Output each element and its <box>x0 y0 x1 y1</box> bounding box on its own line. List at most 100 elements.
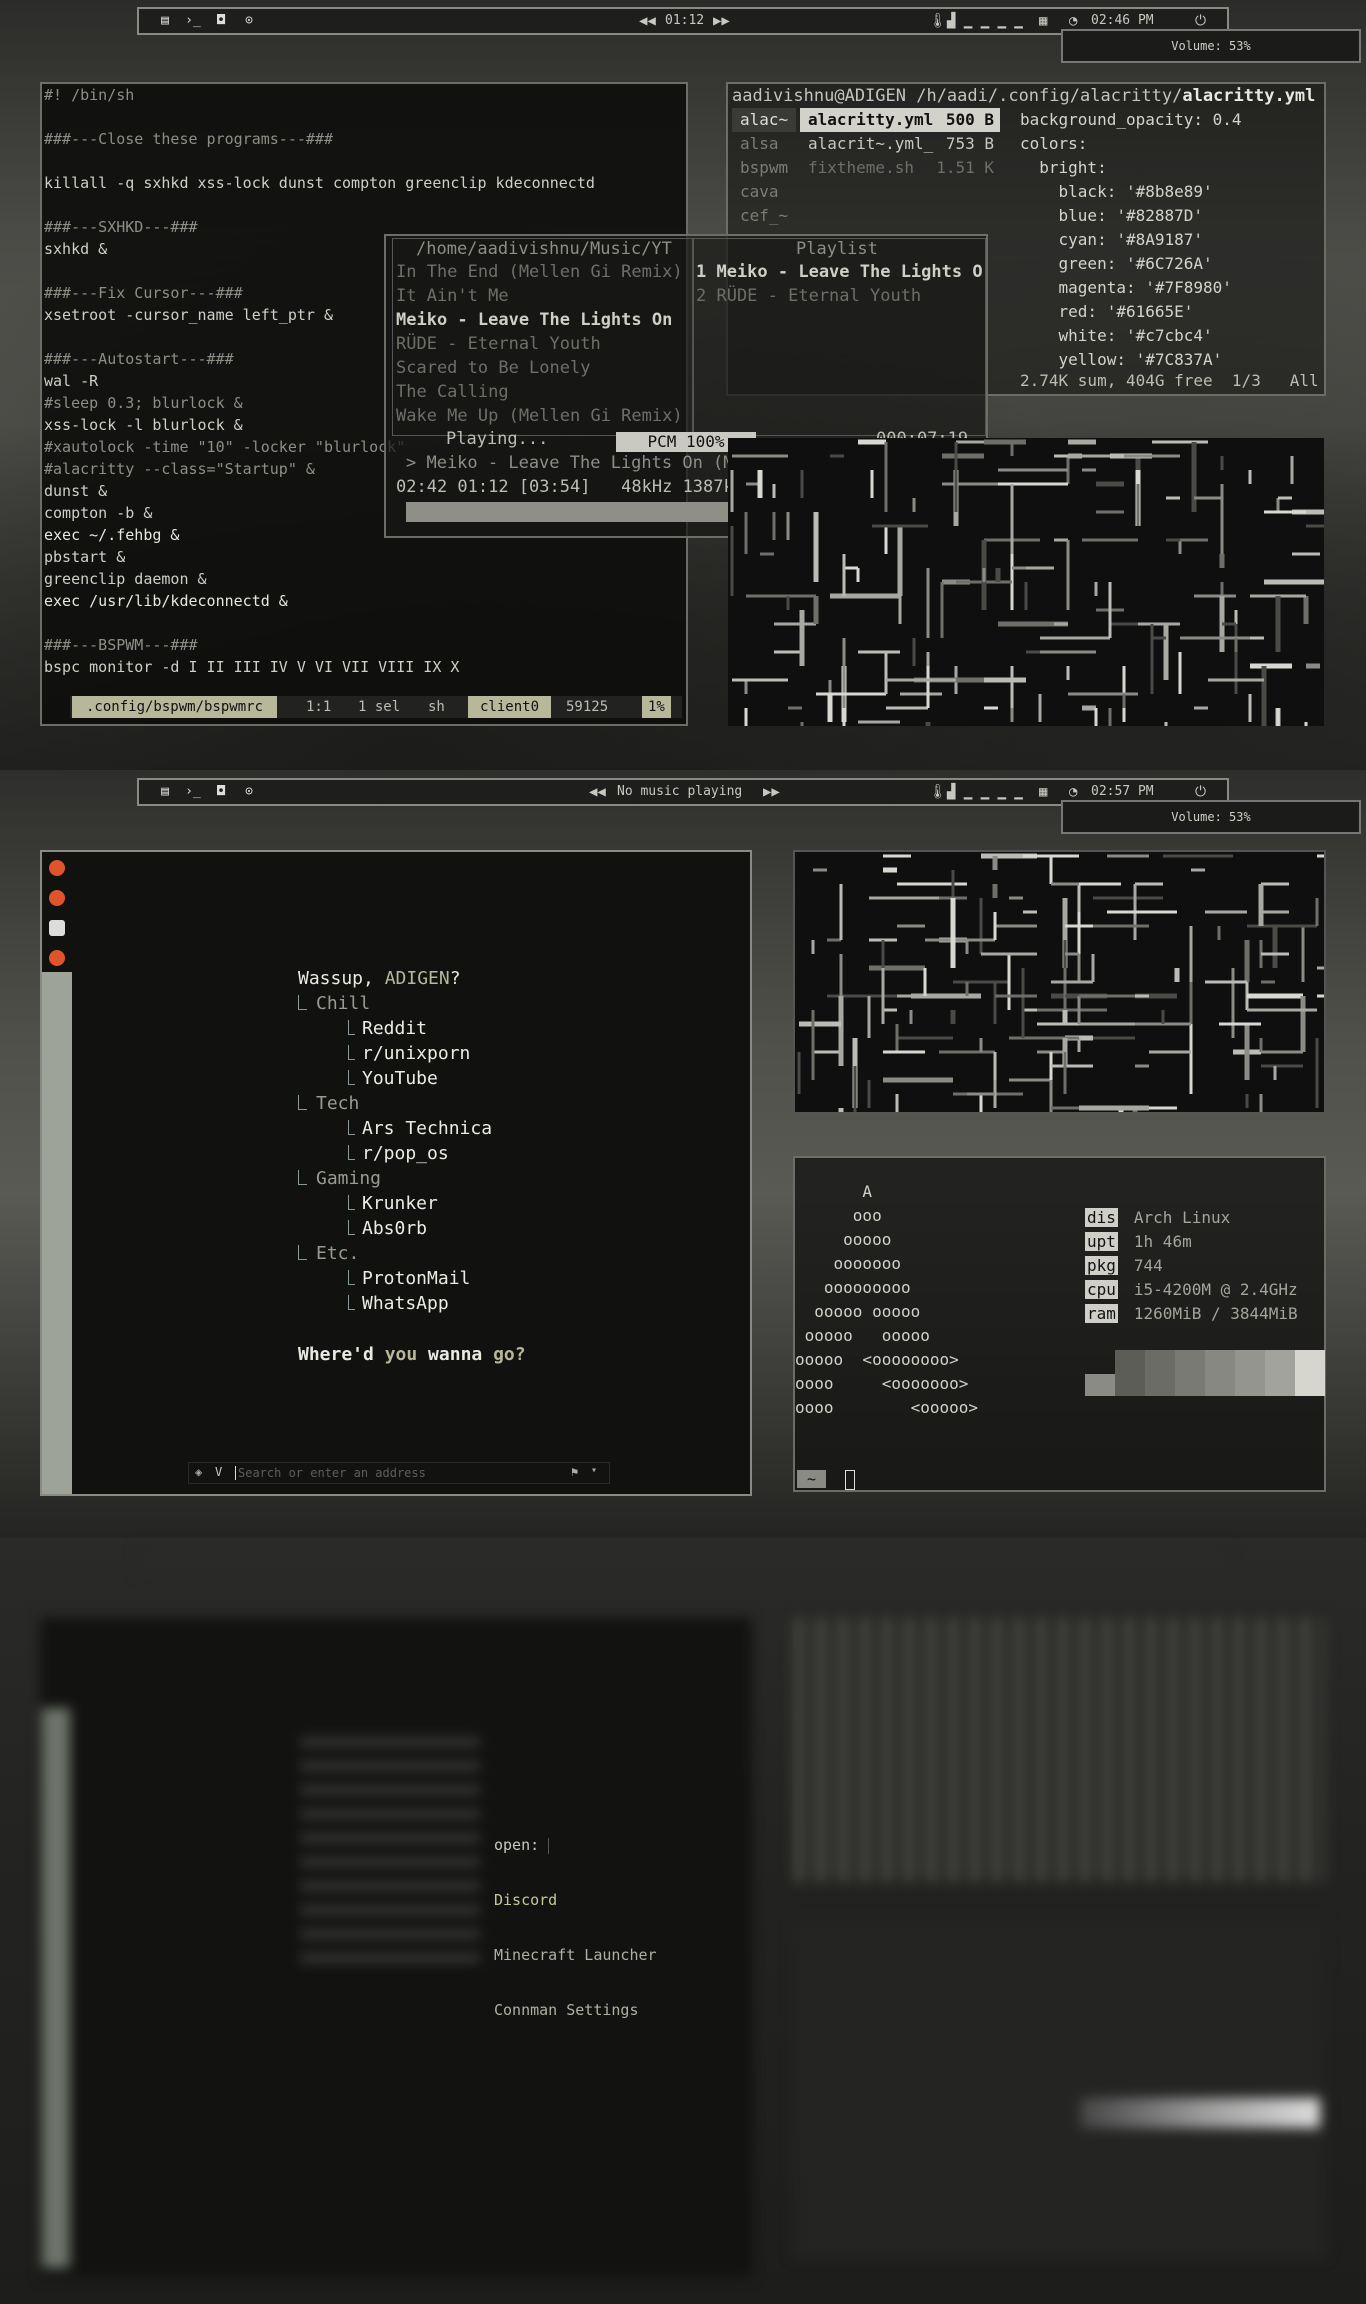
editor-line[interactable]: xss-lock -l blurlock & <box>44 414 243 436</box>
tree-link[interactable]: Abs0rb <box>362 1216 427 1241</box>
search-input[interactable]: Search or enter an address <box>235 1466 426 1480</box>
blurred-fetch <box>793 1918 1326 2258</box>
tree-link[interactable]: r/pop_os <box>362 1141 449 1166</box>
info-value: 1h 46m <box>1133 1232 1192 1251</box>
info-value: i5-4200M @ 2.4GHz <box>1133 1280 1298 1299</box>
reddit-icon-2[interactable] <box>49 890 65 906</box>
next-track-icon[interactable]: ▶▶ <box>713 13 730 29</box>
ranger-dir-item[interactable]: cava <box>732 180 787 204</box>
terminal-icon[interactable]: ›_ <box>185 785 201 799</box>
tree-link[interactable]: r/unixporn <box>362 1041 470 1066</box>
prompt-path: ~ <box>797 1470 827 1488</box>
shell-prompt[interactable]: ~ <box>797 1468 856 1490</box>
music-time: 01:12 <box>665 13 705 28</box>
ranger-file-row[interactable]: alacrit~.yml_ 753 B <box>800 132 1000 156</box>
prev-track-icon[interactable]: ◀◀ <box>639 13 656 29</box>
power-icon[interactable]: ⏻ <box>1195 784 1206 800</box>
file-item[interactable]: Wake Me Up (Mellen Gi Remix) <box>396 404 683 428</box>
preview-line: blue: '#82887D' <box>1020 206 1204 225</box>
ranger-dir-item[interactable]: bspwm <box>732 156 796 180</box>
maze-visualizer-1 <box>728 438 1324 726</box>
cpu-graph-icon: ▟ ▁ ▁ ▁ ▁ <box>947 13 1023 29</box>
browser-window[interactable]: Wassup, ADIGEN? Chill Reddit r/unixporn You… <box>40 850 752 1496</box>
editor-line[interactable]: #sleep 0.3; blurlock & <box>44 392 243 414</box>
editor-line[interactable]: ###---Autostart---### <box>44 348 234 370</box>
bookmark-icon[interactable]: ⚑ <box>571 1465 578 1479</box>
launcher-prompt[interactable]: open: <box>494 1818 657 1873</box>
preview-line: colors: <box>1020 134 1088 153</box>
tree-link[interactable]: WhatsApp <box>362 1291 449 1316</box>
editor-line[interactable]: greenclip daemon & <box>44 568 207 590</box>
launcher-item[interactable]: Minecraft Launcher <box>494 1928 657 1983</box>
launcher-items[interactable]: Discord Minecraft Launcher Connman Setting… <box>494 1873 657 2038</box>
editor-line[interactable]: ###---Fix Cursor---### <box>44 282 243 304</box>
tree-link[interactable]: YouTube <box>362 1066 438 1091</box>
lock-icon[interactable] <box>49 920 65 936</box>
editor-line[interactable]: bspc monitor -d I II III IV V VI VII VII… <box>44 656 459 678</box>
editor-line[interactable]: dunst & <box>44 480 107 502</box>
logo-line: ooooo ooooo <box>795 1326 930 1345</box>
editor-line[interactable]: killall -q sxhkd xss-lock dunst compton … <box>44 172 595 194</box>
file-item[interactable]: The Calling <box>396 380 509 404</box>
editor-line[interactable]: compton -b & <box>44 502 152 524</box>
info-row: cpu i5-4200M @ 2.4GHz <box>1085 1278 1325 1302</box>
file-item[interactable]: Meiko - Leave The Lights On <box>396 308 672 332</box>
editor-line[interactable]: #alacritty --class="Startup" & <box>44 458 315 480</box>
logo-line: oooo <ooooooo> <box>795 1374 969 1393</box>
editor-line[interactable]: #! /bin/sh <box>44 84 134 106</box>
file-item[interactable]: Scared to Be Lonely <box>396 356 590 380</box>
playlist-item[interactable]: 2 RÜDE - Eternal Youth <box>696 284 921 308</box>
logo-line: ooooo <box>795 1230 892 1249</box>
tree-link[interactable]: Ars Technica <box>362 1116 492 1141</box>
file-item[interactable]: RÜDE - Eternal Youth <box>396 332 601 356</box>
color-swatch <box>1145 1350 1175 1396</box>
ranger-dir-item[interactable]: alsa <box>732 132 787 156</box>
ranger-file-row[interactable]: alacritty.yml 500 B <box>800 108 1000 132</box>
editor-line[interactable]: #xautolock -time "10" -locker "blurlock" <box>44 436 405 458</box>
color-swatch <box>1175 1350 1205 1396</box>
window-icon[interactable]: ▤ <box>157 785 173 799</box>
browser-icon[interactable]: ◘ <box>213 785 229 799</box>
editor-line[interactable]: ###---SXHKD---### <box>44 216 198 238</box>
editor-line[interactable]: ###---Close these programs---### <box>44 128 333 150</box>
file-item[interactable]: In The End (Mellen Gi Remix) <box>396 260 683 284</box>
editor-line[interactable]: xsetroot -cursor_name left_ptr & <box>44 304 333 326</box>
tree-link[interactable]: Krunker <box>362 1191 438 1216</box>
dropdown-icon[interactable]: ▾ <box>591 1465 597 1476</box>
tree-branch <box>348 1045 355 1060</box>
launcher-menu[interactable]: open: Discord Minecraft Launcher Connman S… <box>494 1818 657 2038</box>
editor-line[interactable]: wal -R <box>44 370 98 392</box>
launcher-item[interactable]: Discord <box>494 1873 657 1928</box>
next-track-icon[interactable]: ▶▶ <box>763 784 780 800</box>
launcher-item[interactable]: Connman Settings <box>494 1983 657 2038</box>
info-row: ram 1260MiB / 3844MiB <box>1085 1302 1325 1326</box>
url-bar[interactable]: ◈ V Search or enter an address ⚑ ▾ <box>188 1462 610 1484</box>
editor-line[interactable]: ###---BSPWM---### <box>44 634 198 656</box>
blurred-desktop <box>0 1538 1366 2304</box>
app-icon[interactable] <box>49 950 65 966</box>
playlist-item[interactable]: 1 Meiko - Leave The Lights O <box>696 260 983 284</box>
info-key: pkg <box>1085 1256 1118 1275</box>
browser-icon[interactable]: ◘ <box>213 14 229 28</box>
tree-link[interactable]: ProtonMail <box>362 1266 470 1291</box>
gamepad-icon[interactable]: ⊙ <box>241 785 257 799</box>
gamepad-icon[interactable]: ⊙ <box>241 14 257 28</box>
ranger-dir-item[interactable]: cef_~ <box>732 204 796 228</box>
window-icon[interactable]: ▤ <box>157 14 173 28</box>
ranger-dir-item[interactable]: alac~ <box>732 108 797 132</box>
pcm-volume: PCM 100% <box>647 432 725 451</box>
terminal-icon[interactable]: ›_ <box>185 14 201 28</box>
info-row: upt 1h 46m <box>1085 1230 1325 1254</box>
fetch-terminal[interactable]: A ooo ooooo ooooooo ooooooooo ooooo oooo… <box>793 1156 1326 1492</box>
editor-line[interactable]: exec /usr/lib/kdeconnectd & <box>44 590 288 612</box>
editor-line[interactable]: sxhkd & <box>44 238 107 260</box>
status-selection: 1 sel <box>358 699 401 715</box>
ranger-file-row[interactable]: fixtheme.sh 1.51 K <box>800 156 1000 180</box>
editor-line[interactable]: pbstart & <box>44 546 125 568</box>
tree-link[interactable]: Reddit <box>362 1016 427 1041</box>
file-item[interactable]: It Ain't Me <box>396 284 509 308</box>
prev-track-icon[interactable]: ◀◀ <box>589 784 606 800</box>
power-icon[interactable]: ⏻ <box>1195 13 1206 29</box>
reddit-icon[interactable] <box>49 860 65 876</box>
editor-line[interactable]: exec ~/.fehbg & <box>44 524 179 546</box>
